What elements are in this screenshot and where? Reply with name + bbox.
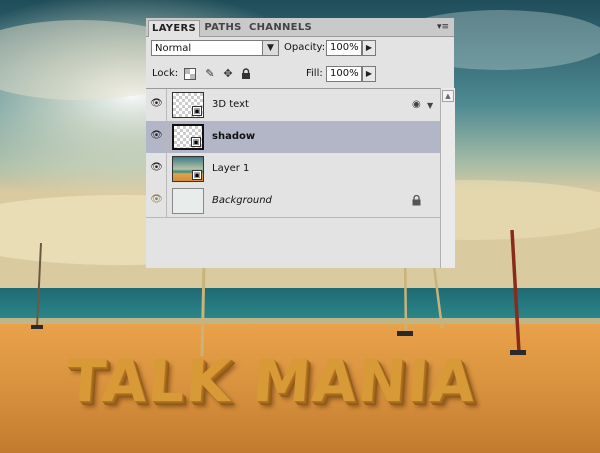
layer-name: Layer 1 (212, 163, 250, 174)
tab-channels[interactable]: CHANNELS (249, 20, 312, 36)
scroll-up-icon[interactable]: ▲ (442, 90, 454, 102)
opacity-label: Opacity: (284, 42, 326, 53)
layer-thumbnail (172, 188, 204, 214)
tab-paths[interactable]: PATHS (201, 20, 245, 36)
visibility-toggle[interactable]: 👁 (146, 185, 167, 217)
canvas-3d-text: TALK MANIA (63, 347, 479, 415)
layer-row-shadow[interactable]: 👁 ▣ shadow (146, 121, 440, 154)
opacity-field[interactable]: 100% (326, 40, 362, 56)
layer-row-3d-text[interactable]: 👁 ▣ 3D text ◉ ▼ (146, 89, 440, 122)
layer-name: 3D text (212, 99, 249, 110)
layers-panel: LAYERS PATHS CHANNELS ▾≡ Normal ▼ Opacit… (146, 18, 455, 268)
eye-icon[interactable]: 👁 (150, 99, 163, 109)
layer-thumbnail: ▣ (172, 92, 204, 118)
lock-transparent-pixels-icon[interactable] (184, 68, 196, 80)
layer-thumbnail: ▣ (172, 156, 204, 182)
layer-thumbnail: ▣ (172, 124, 204, 150)
lock-position-icon[interactable]: ✥ (222, 68, 234, 80)
smart-object-icon: ▣ (192, 170, 202, 180)
tab-layers[interactable]: LAYERS (148, 20, 200, 37)
layer-name: shadow (212, 131, 256, 142)
lock-icon (412, 194, 421, 210)
light-icon[interactable]: ◉ (412, 99, 421, 111)
eye-icon[interactable]: 👁 (150, 131, 163, 141)
chevron-down-icon[interactable]: ▼ (262, 41, 278, 55)
layer-row-background[interactable]: 👁 Background (146, 185, 440, 218)
fill-label: Fill: (306, 68, 323, 79)
opacity-arrow-icon[interactable]: ▶ (362, 40, 376, 56)
lock-label: Lock: (152, 68, 179, 79)
eye-icon[interactable]: 👁 (150, 195, 163, 205)
layer-name: Background (212, 195, 272, 206)
lock-all-icon[interactable] (240, 68, 252, 80)
panel-fade-overlay (146, 236, 454, 268)
eye-icon[interactable]: 👁 (150, 163, 163, 173)
layer-row-layer-1[interactable]: 👁 ▣ Layer 1 (146, 153, 440, 186)
visibility-toggle[interactable]: 👁 (146, 89, 167, 121)
visibility-toggle[interactable]: 👁 (146, 153, 167, 185)
panel-tab-bar: LAYERS PATHS CHANNELS ▾≡ (146, 18, 454, 37)
smart-object-icon: ▣ (192, 106, 202, 116)
smart-object-icon: ▣ (191, 137, 201, 147)
blend-mode-value: Normal (155, 43, 192, 54)
blend-mode-select[interactable]: Normal ▼ (151, 40, 279, 56)
fill-arrow-icon[interactable]: ▶ (362, 66, 376, 82)
layer-list: 👁 ▣ 3D text ◉ ▼ 👁 ▣ shadow 👁 ▣ Layer 1 👁… (146, 88, 440, 219)
expand-arrow-icon[interactable]: ▼ (427, 100, 433, 112)
panel-menu-icon[interactable]: ▾≡ (436, 21, 450, 33)
visibility-toggle[interactable]: 👁 (146, 121, 167, 153)
fill-field[interactable]: 100% (326, 66, 362, 82)
lock-image-pixels-icon[interactable]: ✎ (204, 68, 216, 80)
